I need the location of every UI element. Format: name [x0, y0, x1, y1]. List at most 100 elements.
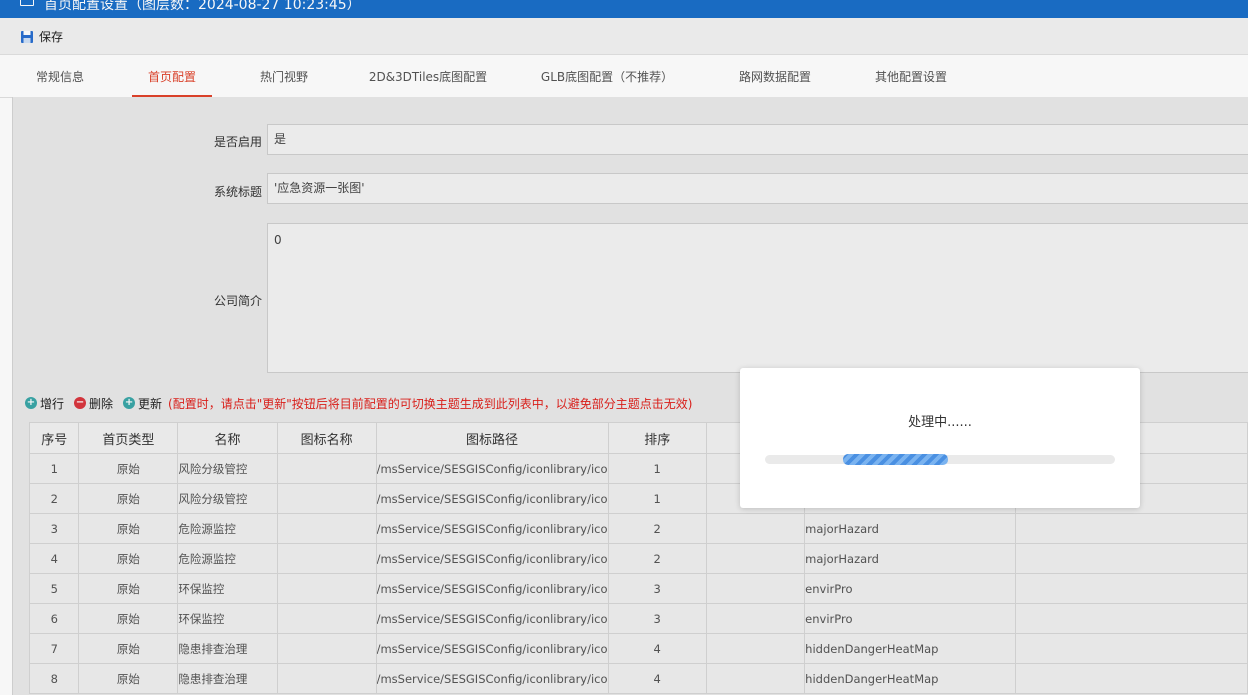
- col-header-index[interactable]: 序号: [28, 422, 80, 454]
- table-cell[interactable]: 原始: [78, 483, 179, 514]
- table-cell[interactable]: [705, 663, 806, 694]
- tab-hot-views[interactable]: 热门视野: [248, 55, 320, 95]
- table-cell[interactable]: [276, 603, 377, 634]
- table-cell[interactable]: [705, 603, 806, 634]
- table-cell[interactable]: 6: [28, 603, 80, 634]
- table-cell[interactable]: 危险源监控: [177, 513, 278, 544]
- update-button[interactable]: + 更新: [123, 395, 162, 412]
- tab-general-info[interactable]: 常规信息: [24, 55, 96, 95]
- table-row[interactable]: 6 原始 环保监控/msService/SESGISConfig/iconlibra…: [28, 603, 1248, 634]
- table-cell[interactable]: majorHazard: [804, 543, 1017, 574]
- table-cell[interactable]: 风险分级管控: [177, 453, 278, 484]
- window-title: 首页配置设置（图层数：2024-08-27 10:23:45）: [44, 0, 361, 13]
- table-cell[interactable]: [1015, 663, 1248, 694]
- table-row[interactable]: 5 原始 环保监控/msService/SESGISConfig/iconlibra…: [28, 573, 1248, 604]
- table-cell[interactable]: /msService/SESGISConfig/iconlibrary/ico: [375, 603, 609, 634]
- table-cell[interactable]: 4: [28, 543, 80, 574]
- table-cell[interactable]: [705, 513, 806, 544]
- table-cell[interactable]: 4: [607, 663, 707, 694]
- loading-dialog: 处理中......: [740, 368, 1140, 508]
- table-cell[interactable]: 1: [607, 453, 707, 484]
- table-cell[interactable]: /msService/SESGISConfig/iconlibrary/ico: [375, 543, 609, 574]
- table-cell[interactable]: 5: [28, 573, 80, 604]
- tab-other-settings[interactable]: 其他配置设置: [866, 55, 956, 95]
- window-titlebar: 首页配置设置（图层数：2024-08-27 10:23:45）: [0, 0, 1248, 18]
- table-cell[interactable]: 1: [607, 483, 707, 514]
- table-cell[interactable]: [276, 573, 377, 604]
- table-cell[interactable]: /msService/SESGISConfig/iconlibrary/ico: [375, 513, 609, 544]
- table-cell[interactable]: 隐患排查治理: [177, 633, 278, 664]
- table-cell[interactable]: majorHazard: [804, 513, 1017, 544]
- table-cell[interactable]: 原始: [78, 663, 179, 694]
- table-cell[interactable]: 2: [607, 513, 707, 544]
- table-cell[interactable]: 隐患排查治理: [177, 663, 278, 694]
- table-row[interactable]: 7 原始 隐患排查治理/msService/SESGISConfig/iconlib…: [28, 633, 1248, 664]
- table-cell[interactable]: envirPro: [804, 573, 1017, 604]
- save-icon: [21, 30, 33, 43]
- tab-basemap-tiles[interactable]: 2D&3DTiles底图配置: [366, 55, 490, 95]
- tab-home-config[interactable]: 首页配置: [132, 55, 212, 97]
- table-cell[interactable]: 原始: [78, 453, 179, 484]
- table-cell[interactable]: [1015, 573, 1248, 604]
- toolbar: 保存: [0, 18, 1248, 55]
- table-cell[interactable]: 8: [28, 663, 80, 694]
- table-cell[interactable]: [276, 483, 377, 514]
- table-cell[interactable]: 原始: [78, 513, 179, 544]
- delete-row-button[interactable]: − 删除: [74, 395, 113, 412]
- table-cell[interactable]: 风险分级管控: [177, 483, 278, 514]
- table-cell[interactable]: [276, 633, 377, 664]
- table-cell[interactable]: /msService/SESGISConfig/iconlibrary/ico: [375, 573, 609, 604]
- table-cell[interactable]: 原始: [78, 543, 179, 574]
- col-header-icon-name[interactable]: 图标名称: [276, 422, 377, 454]
- tab-road-network[interactable]: 路网数据配置: [727, 55, 823, 95]
- table-cell[interactable]: 3: [607, 573, 707, 604]
- table-cell[interactable]: [705, 573, 806, 604]
- table-cell[interactable]: 原始: [78, 633, 179, 664]
- table-cell[interactable]: /msService/SESGISConfig/iconlibrary/ico: [375, 483, 609, 514]
- system-title-input[interactable]: '应急资源一张图': [267, 173, 1248, 204]
- table-cell[interactable]: [276, 543, 377, 574]
- tab-bar: 常规信息 首页配置 热门视野 2D&3DTiles底图配置 GLB底图配置（不推…: [0, 55, 1248, 98]
- table-cell[interactable]: 环保监控: [177, 573, 278, 604]
- table-cell[interactable]: 原始: [78, 603, 179, 634]
- table-cell[interactable]: [276, 513, 377, 544]
- system-title-label: 系统标题: [213, 185, 262, 199]
- tab-glb-basemap[interactable]: GLB底图配置（不推荐）: [540, 55, 674, 95]
- table-cell[interactable]: [1015, 543, 1248, 574]
- table-cell[interactable]: 3: [28, 513, 80, 544]
- table-cell[interactable]: envirPro: [804, 603, 1017, 634]
- table-cell[interactable]: 3: [607, 603, 707, 634]
- table-cell[interactable]: /msService/SESGISConfig/iconlibrary/ico: [375, 633, 609, 664]
- table-cell[interactable]: 2: [28, 483, 80, 514]
- table-cell[interactable]: 1: [28, 453, 80, 484]
- table-cell[interactable]: 危险源监控: [177, 543, 278, 574]
- save-button[interactable]: 保存: [20, 28, 63, 45]
- update-label: 更新: [138, 396, 163, 411]
- table-cell[interactable]: 原始: [78, 573, 179, 604]
- add-row-button[interactable]: + 增行: [25, 395, 64, 412]
- col-header-name[interactable]: 名称: [177, 422, 278, 454]
- table-cell[interactable]: /msService/SESGISConfig/iconlibrary/ico: [375, 453, 609, 484]
- company-intro-textarea[interactable]: 0: [267, 223, 1248, 373]
- table-cell[interactable]: [705, 633, 806, 664]
- table-row[interactable]: 3 原始 危险源监控/msService/SESGISConfig/iconlibr…: [28, 513, 1248, 544]
- col-header-home-type[interactable]: 首页类型: [78, 422, 179, 454]
- col-header-icon-path[interactable]: 图标路径: [375, 422, 609, 454]
- table-cell[interactable]: 2: [607, 543, 707, 574]
- table-cell[interactable]: 7: [28, 633, 80, 664]
- table-cell[interactable]: /msService/SESGISConfig/iconlibrary/ico: [375, 663, 609, 694]
- table-row[interactable]: 4 原始 危险源监控/msService/SESGISConfig/iconlibr…: [28, 543, 1248, 574]
- table-cell[interactable]: 4: [607, 633, 707, 664]
- table-cell[interactable]: hiddenDangerHeatMap: [804, 633, 1017, 664]
- col-header-order[interactable]: 排序: [607, 422, 707, 454]
- table-cell[interactable]: hiddenDangerHeatMap: [804, 663, 1017, 694]
- table-cell[interactable]: 环保监控: [177, 603, 278, 634]
- table-cell[interactable]: [1015, 513, 1248, 544]
- table-cell[interactable]: [705, 543, 806, 574]
- table-cell[interactable]: [1015, 603, 1248, 634]
- table-row[interactable]: 8 原始 隐患排查治理/msService/SESGISConfig/iconlib…: [28, 663, 1248, 694]
- table-cell[interactable]: [276, 453, 377, 484]
- table-cell[interactable]: [276, 663, 377, 694]
- enabled-select[interactable]: 是: [267, 124, 1248, 155]
- table-cell[interactable]: [1015, 633, 1248, 664]
